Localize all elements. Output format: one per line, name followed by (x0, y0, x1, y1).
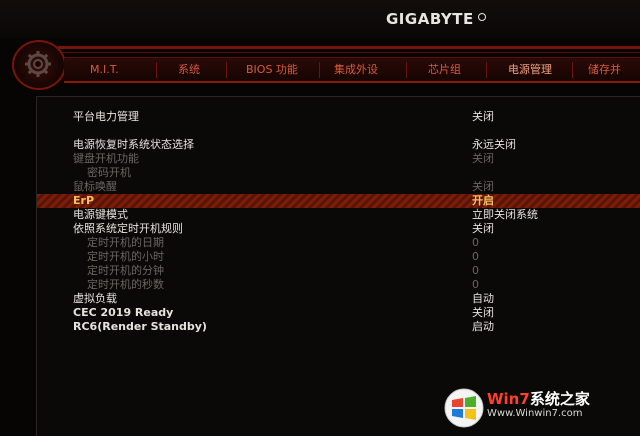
setting-row: 键盘开机功能 关闭 (37, 152, 640, 166)
setting-value[interactable]: 关闭 (472, 306, 494, 320)
tab-power-management[interactable]: 电源管理 (508, 63, 552, 79)
setting-label: RC6(Render Standby) (73, 320, 207, 333)
setting-value: 关闭 (472, 152, 494, 165)
setting-label: 定时开机的分钟 (87, 264, 164, 277)
setting-row-selected[interactable]: ErP 开启 (37, 194, 640, 208)
tab-separator (406, 62, 407, 78)
setting-label: 电源键模式 (73, 208, 128, 221)
setting-value[interactable]: 启动 (472, 320, 494, 334)
setting-row[interactable]: RC6(Render Standby) 启动 (37, 320, 640, 334)
windows-logo-icon (444, 388, 484, 428)
setting-value: 0 (472, 236, 479, 249)
setting-row: 密码开机 (37, 166, 640, 180)
setting-label: 鼠标唤醒 (73, 180, 117, 193)
trademark-icon (478, 13, 486, 21)
setting-value: 0 (472, 250, 479, 263)
setting-label: 依照系统定时开机规则 (73, 222, 183, 235)
setting-value[interactable]: 开启 (472, 194, 494, 208)
setting-label: 键盘开机功能 (73, 152, 139, 165)
settings-panel: 平台电力管理 关闭 电源恢复时系统状态选择 永远关闭 键盘开机功能 关闭 密码开… (36, 96, 640, 436)
watermark-url: Www.Winwin7.com (487, 408, 583, 419)
tab-bar: M.I.T. 系统 BIOS 功能 集成外设 芯片组 电源管理 储存并 (64, 57, 640, 83)
header-bar: GIGABYTE (0, 0, 640, 38)
setting-value[interactable]: 自动 (472, 292, 494, 306)
setting-value[interactable]: 永远关闭 (472, 138, 516, 152)
tab-system[interactable]: 系统 (178, 63, 200, 79)
tab-separator (156, 62, 157, 78)
tab-storage[interactable]: 储存并 (588, 63, 621, 79)
setting-value: 关闭 (472, 180, 494, 193)
tab-bios-features[interactable]: BIOS 功能 (246, 63, 298, 79)
gear-icon-button[interactable] (12, 40, 66, 90)
setting-row: 定时开机的日期 0 (37, 236, 640, 250)
setting-label: ErP (73, 194, 95, 207)
setting-row[interactable]: 依照系统定时开机规则 关闭 (37, 222, 640, 236)
setting-value[interactable]: 关闭 (472, 110, 494, 124)
setting-label: CEC 2019 Ready (73, 306, 174, 319)
frame-line (58, 46, 640, 49)
setting-label: 虚拟负载 (73, 292, 117, 305)
setting-value[interactable]: 关闭 (472, 222, 494, 236)
brand-logo: GIGABYTE (386, 10, 474, 28)
setting-row[interactable]: 电源键模式 立即关闭系统 (37, 208, 640, 222)
tab-separator (319, 62, 320, 78)
setting-label: 密码开机 (87, 166, 131, 179)
setting-row: 鼠标唤醒 关闭 (37, 180, 640, 194)
tab-mit[interactable]: M.I.T. (90, 63, 119, 79)
setting-label: 电源恢复时系统状态选择 (73, 138, 194, 151)
gear-icon (25, 51, 51, 77)
setting-row: 定时开机的秒数 0 (37, 278, 640, 292)
tab-separator (572, 62, 573, 78)
setting-row: 定时开机的小时 0 (37, 250, 640, 264)
watermark-title: Win7系统之家 (487, 388, 590, 409)
bios-screen: GIGABYTE M.I.T. 系统 BIOS 功能 集成外设 芯片组 电源管理… (0, 0, 640, 436)
tab-peripherals[interactable]: 集成外设 (334, 63, 378, 79)
setting-label: 定时开机的小时 (87, 250, 164, 263)
setting-label: 平台电力管理 (73, 110, 139, 123)
setting-label: 定时开机的日期 (87, 236, 164, 249)
setting-value: 0 (472, 264, 479, 277)
setting-value[interactable]: 立即关闭系统 (472, 208, 538, 222)
setting-label: 定时开机的秒数 (87, 278, 164, 291)
setting-row[interactable]: 平台电力管理 关闭 (37, 110, 640, 124)
frame-line (58, 52, 640, 53)
tab-chipset[interactable]: 芯片组 (428, 63, 461, 79)
setting-value: 0 (472, 278, 479, 291)
setting-row: 定时开机的分钟 0 (37, 264, 640, 278)
watermark-title-a: Win7 (487, 390, 530, 408)
tab-separator (226, 62, 227, 78)
watermark-title-b: 系统之家 (529, 390, 590, 408)
tab-separator (486, 62, 487, 78)
setting-row[interactable]: 电源恢复时系统状态选择 永远关闭 (37, 138, 640, 152)
setting-row[interactable]: 虚拟负载 自动 (37, 292, 640, 306)
setting-row[interactable]: CEC 2019 Ready 关闭 (37, 306, 640, 320)
